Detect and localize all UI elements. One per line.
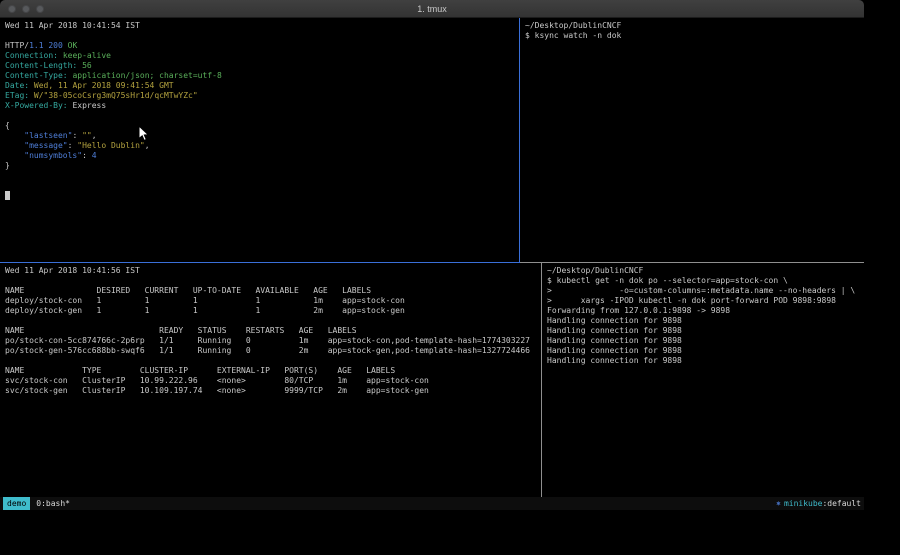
terminal-window: 1. tmux Wed 11 Apr 2018 10:41:54 IST HTT… <box>0 0 864 510</box>
minimize-button[interactable] <box>22 5 30 13</box>
pane-kubectl-resources[interactable]: Wed 11 Apr 2018 10:41:56 IST NAME DESIRE… <box>0 263 542 497</box>
pane-http-response[interactable]: Wed 11 Apr 2018 10:41:54 IST HTTP/1.1 20… <box>0 18 520 263</box>
helm-wheel-icon: ⎈ <box>776 497 781 510</box>
tmux-status-bar: demo 0:bash* ⎈ minikube :default <box>0 497 864 510</box>
window-item-bash[interactable]: 0:bash* <box>36 497 70 510</box>
mouse-cursor <box>138 125 150 143</box>
zoom-button[interactable] <box>36 5 44 13</box>
traffic-lights <box>0 5 44 13</box>
pane-ksync-watch[interactable]: ~/Desktop/DublinCNCF$ ksync watch -n dok <box>520 18 864 263</box>
window-titlebar[interactable]: 1. tmux <box>0 0 864 18</box>
status-right: ⎈ minikube :default <box>776 497 861 510</box>
bottom-pane-row: Wed 11 Apr 2018 10:41:56 IST NAME DESIRE… <box>0 263 864 497</box>
close-button[interactable] <box>8 5 16 13</box>
session-name: demo <box>3 497 30 510</box>
tmux-session: Wed 11 Apr 2018 10:41:54 IST HTTP/1.1 20… <box>0 18 864 497</box>
kube-context: minikube <box>784 497 823 510</box>
kube-namespace: :default <box>822 497 861 510</box>
status-left: demo 0:bash* <box>3 497 70 510</box>
window-title: 1. tmux <box>0 4 864 14</box>
pane-port-forward[interactable]: ~/Desktop/DublinCNCF$ kubectl get -n dok… <box>542 263 864 497</box>
top-pane-row: Wed 11 Apr 2018 10:41:54 IST HTTP/1.1 20… <box>0 18 864 263</box>
